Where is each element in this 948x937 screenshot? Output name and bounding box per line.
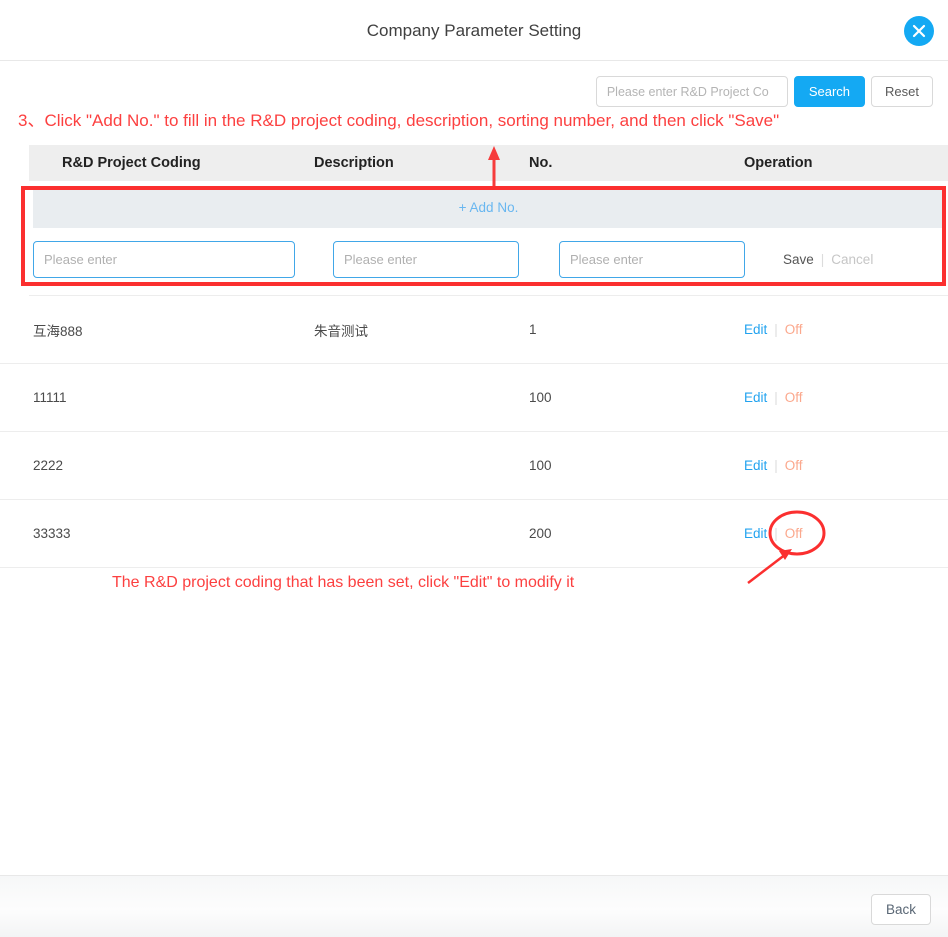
table-body: 互海888 朱音测试 1 Edit | Off 11111 100 Edit |… xyxy=(0,296,948,568)
add-no-row[interactable]: + Add No. xyxy=(33,186,944,228)
reset-button[interactable]: Reset xyxy=(871,76,933,107)
column-header-code: R&D Project Coding xyxy=(62,155,201,171)
cell-no: 100 xyxy=(529,390,552,405)
search-toolbar: Search Reset xyxy=(595,76,933,107)
new-row-operations: Save | Cancel xyxy=(783,252,873,267)
cell-no: 100 xyxy=(529,458,552,473)
table-row: 33333 200 Edit | Off xyxy=(0,500,948,568)
column-header-operation: Operation xyxy=(744,155,813,171)
cell-code: 11111 xyxy=(33,390,67,405)
close-icon[interactable] xyxy=(904,16,934,46)
off-link[interactable]: Off xyxy=(785,526,803,541)
company-parameter-setting-modal: Company Parameter Setting Search Reset R… xyxy=(0,0,948,937)
table-row: 11111 100 Edit | Off xyxy=(0,364,948,432)
cell-no: 200 xyxy=(529,526,552,541)
operation-divider: | xyxy=(774,322,778,337)
modal-header: Company Parameter Setting xyxy=(0,0,948,61)
cell-code: 互海888 xyxy=(33,323,83,339)
edit-link[interactable]: Edit xyxy=(744,322,767,337)
new-entry-row: Save | Cancel xyxy=(29,228,948,290)
cell-description: 朱音测试 xyxy=(314,323,368,339)
column-header-description: Description xyxy=(314,155,394,171)
off-link[interactable]: Off xyxy=(785,322,803,337)
annotation-text-top: 3、Click "Add No." to fill in the R&D pro… xyxy=(18,111,780,130)
cell-code: 2222 xyxy=(33,458,64,473)
operation-divider: | xyxy=(774,526,778,541)
back-button[interactable]: Back xyxy=(870,894,931,925)
search-button[interactable]: Search xyxy=(793,76,866,107)
search-input[interactable] xyxy=(595,76,788,107)
edit-link[interactable]: Edit xyxy=(744,390,767,405)
cell-operation: Edit | Off xyxy=(744,458,948,473)
operation-divider: | xyxy=(774,458,778,473)
cell-operation: Edit | Off xyxy=(744,526,948,541)
modal-footer: Back xyxy=(0,875,948,937)
page-title: Company Parameter Setting xyxy=(366,21,582,40)
annotation-text-bottom: The R&D project coding that has been set… xyxy=(112,574,575,591)
operation-divider: | xyxy=(820,251,825,267)
cell-operation: Edit | Off xyxy=(744,390,948,405)
add-no-link[interactable]: + Add No. xyxy=(459,200,519,215)
parameter-table: R&D Project Coding Description No. Opera… xyxy=(29,145,948,290)
cancel-link[interactable]: Cancel xyxy=(831,252,873,267)
table-header-row: R&D Project Coding Description No. Opera… xyxy=(29,145,948,181)
off-link[interactable]: Off xyxy=(785,390,803,405)
save-link[interactable]: Save xyxy=(783,252,814,267)
table-row: 2222 100 Edit | Off xyxy=(0,432,948,500)
cell-operation: Edit | Off xyxy=(744,322,948,337)
new-no-input[interactable] xyxy=(559,240,745,278)
column-header-no: No. xyxy=(529,155,553,171)
operation-divider: | xyxy=(774,390,778,405)
new-code-input[interactable] xyxy=(33,240,295,278)
edit-link[interactable]: Edit xyxy=(744,458,767,473)
edit-link[interactable]: Edit xyxy=(744,526,767,541)
cell-code: 33333 xyxy=(33,526,71,541)
new-description-input[interactable] xyxy=(333,240,519,278)
table-row: 互海888 朱音测试 1 Edit | Off xyxy=(0,296,948,364)
off-link[interactable]: Off xyxy=(785,458,803,473)
cell-no: 1 xyxy=(529,322,537,337)
